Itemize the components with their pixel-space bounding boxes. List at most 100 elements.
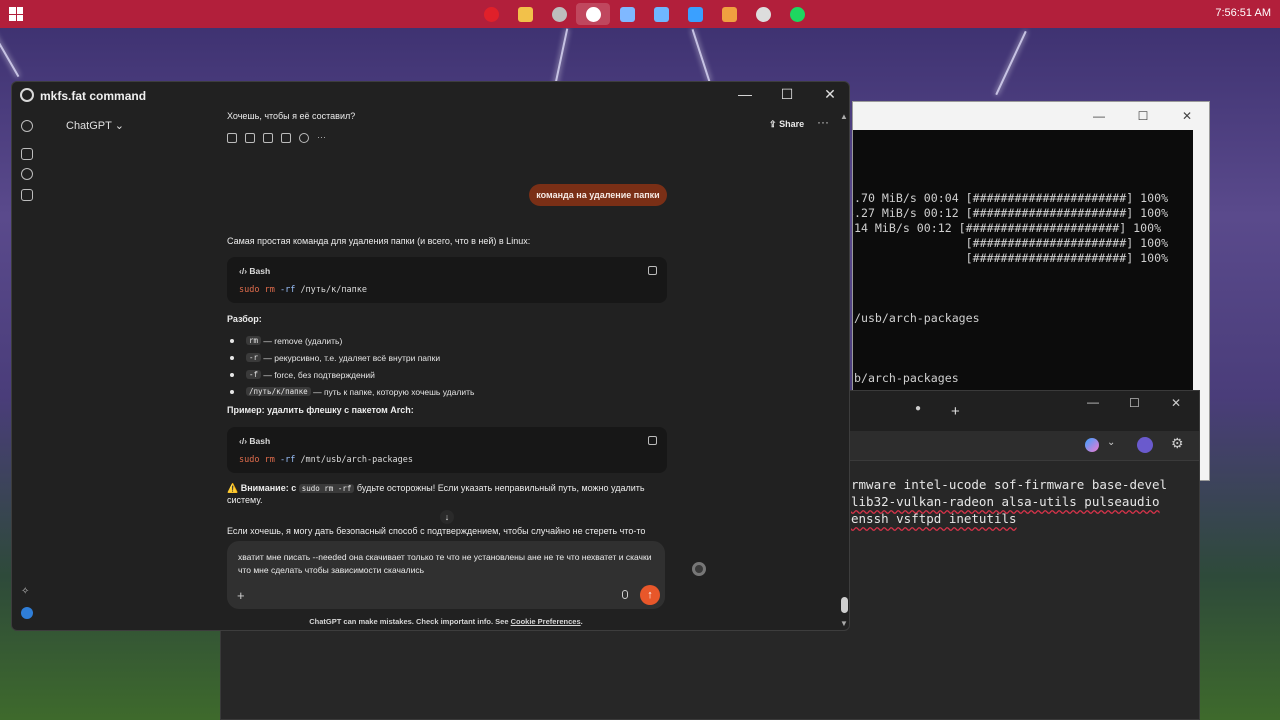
send-button[interactable]: ↑ [640, 585, 660, 605]
new-chat-icon[interactable] [21, 148, 33, 160]
window-title: mkfs.fat command [40, 89, 147, 103]
assistant-intro: Самая простая команда для удаления папки… [227, 236, 531, 246]
sidebar: ✧ [12, 108, 42, 630]
vscode-like-icon[interactable] [678, 3, 712, 25]
file-explorer-icon-glyph [517, 6, 533, 22]
app-icon[interactable] [610, 3, 644, 25]
cookie-preferences-link[interactable]: Cookie Preferences [511, 617, 581, 626]
composer-input[interactable]: хватит мне писать --needed она скачивает… [238, 551, 658, 577]
chatgpt-logo-icon[interactable] [21, 120, 33, 132]
copilot-icon[interactable] [1085, 438, 1099, 452]
chevron-down-icon[interactable]: ⌄ [1107, 437, 1115, 448]
search-icon[interactable] [21, 168, 33, 180]
avatar[interactable] [1137, 437, 1153, 453]
scrollbar-thumb[interactable] [841, 597, 848, 613]
obs-icon[interactable] [542, 3, 576, 25]
list-item: /путь/к/папке — путь к папке, которую хо… [227, 383, 474, 400]
assistant-message-prev: Хочешь, чтобы я её составил? [227, 111, 356, 121]
share-icon[interactable] [281, 133, 291, 143]
warning-text: будьте осторожны! Если указать неправиль… [356, 483, 645, 493]
terminal-line: sb/arch-packages [853, 371, 959, 385]
model-label: ChatGPT [66, 120, 112, 132]
list-item: rm — remove (удалить) [227, 332, 474, 349]
browser-line: rmware intel-ucode sof-firmware base-dev… [851, 477, 1168, 492]
list-item: -r — рекурсивно, т.е. удаляет всё внутри… [227, 349, 474, 366]
opera-icon-glyph [483, 6, 499, 22]
file-explorer-icon[interactable] [508, 3, 542, 25]
minimize-icon[interactable]: — [1087, 395, 1099, 409]
code-lang-label: Bash [249, 436, 271, 446]
steam-like-icon[interactable] [746, 3, 780, 25]
opera-icon[interactable] [474, 3, 508, 25]
notepad-icon[interactable] [644, 3, 678, 25]
maximize-icon[interactable]: ☐ [1129, 396, 1140, 410]
maximize-icon[interactable]: ☐ [777, 86, 797, 103]
close-icon[interactable]: ✕ [1171, 396, 1181, 410]
lightning-bolt [553, 28, 569, 88]
user-message: команда на удаление папки [529, 184, 667, 206]
list-item-text: — рекурсивно, т.е. удаляет всё внутри па… [263, 352, 441, 363]
code-lang-label: Bash [249, 266, 271, 276]
thumbs-down-icon[interactable] [263, 133, 273, 143]
add-attachment-icon[interactable]: + [237, 588, 245, 603]
copy-icon[interactable] [227, 133, 237, 143]
list-item: -f — force, без подтверждений [227, 366, 474, 383]
lightning-bolt [691, 29, 711, 82]
more-options-icon[interactable]: ··· [817, 115, 829, 129]
warning-prefix: ⚠️ Внимание: с [227, 483, 297, 493]
microphone-icon[interactable] [622, 590, 628, 599]
maximize-icon[interactable]: ☐ [1121, 109, 1165, 123]
share-icon: ⇪ [769, 119, 777, 129]
code-flag: -rf [279, 285, 296, 295]
new-tab-icon[interactable]: + [951, 403, 960, 420]
taskbar-apps [474, 3, 814, 25]
gear-icon[interactable]: ⚙ [1171, 435, 1184, 452]
spotify-icon[interactable] [780, 3, 814, 25]
scroll-up-icon[interactable]: ▲ [840, 112, 848, 121]
app-icon-glyph [619, 6, 635, 22]
copy-code-icon[interactable] [648, 266, 657, 275]
message-composer[interactable]: хватит мне писать --needed она скачивает… [227, 541, 665, 609]
terminal-line: 2.70 MiB/s 00:04 [######################… [853, 191, 1169, 205]
inline-code: -f [246, 370, 262, 379]
library-icon[interactable] [21, 189, 33, 201]
scroll-down-button[interactable]: ↓ [440, 510, 454, 524]
code-block: ‹/› Bash sudo rm -rf /mnt/usb/arch-packa… [227, 427, 667, 473]
footer-suffix: . [580, 617, 583, 626]
scroll-down-icon[interactable]: ▼ [840, 619, 848, 628]
vscode-like-icon-glyph [687, 6, 703, 22]
message-actions: ··· [227, 133, 327, 143]
example-title: Пример: удалить флешку с пакетом Arch: [227, 405, 414, 415]
minimize-icon[interactable]: — [1077, 109, 1121, 123]
share-button[interactable]: ⇪ Share [769, 119, 804, 130]
thumbs-up-icon[interactable] [245, 133, 255, 143]
scrollbar[interactable]: ▲ ▼ [840, 112, 849, 630]
model-selector[interactable]: ChatGPT ⌄ [66, 119, 124, 132]
warning-message: ⚠️ Внимание: с sudo rm -rf будьте осторо… [227, 482, 667, 506]
inline-code: rm [246, 336, 262, 345]
code-flag: -rf [279, 455, 296, 465]
upgrade-icon[interactable]: ✧ [21, 586, 33, 598]
breakdown-list: rm — remove (удалить) -r — рекурсивно, т… [227, 332, 474, 400]
close-icon[interactable]: ✕ [820, 86, 840, 103]
minimize-icon[interactable]: — [735, 86, 755, 102]
code-path: /mnt/usb/arch-packages [300, 455, 414, 465]
windows-start-icon[interactable] [9, 7, 23, 21]
code-block: ‹/› Bash sudo rm -rf /путь/к/папке [227, 257, 667, 303]
capture-icon[interactable] [712, 3, 746, 25]
tab-dot-icon[interactable]: ● [915, 403, 921, 414]
chatgpt-icon[interactable] [576, 3, 610, 25]
breakdown-title: Разбор: [227, 314, 262, 324]
terminal-titlebar: — ☐ ✕ [853, 102, 1209, 130]
chatgpt-window[interactable]: mkfs.fat command — ☐ ✕ ✧ ChatGPT ⌄ ⇪ Sha… [11, 81, 850, 631]
code-lang: ‹/› Bash [239, 436, 271, 446]
close-icon[interactable]: ✕ [1165, 109, 1209, 123]
list-item-text: — remove (удалить) [263, 335, 343, 346]
regenerate-icon[interactable] [299, 133, 309, 143]
more-options-icon[interactable]: ··· [317, 133, 327, 143]
inline-code: /путь/к/папке [246, 387, 311, 396]
browser-line: lib32-vulkan-radeon alsa-utils pulseaudi… [851, 494, 1160, 509]
copy-code-icon[interactable] [648, 436, 657, 445]
taskbar-clock[interactable]: 7:56:51 AM [1215, 7, 1271, 19]
offer-message: Если хочешь, я могу дать безопасный спос… [227, 526, 646, 536]
